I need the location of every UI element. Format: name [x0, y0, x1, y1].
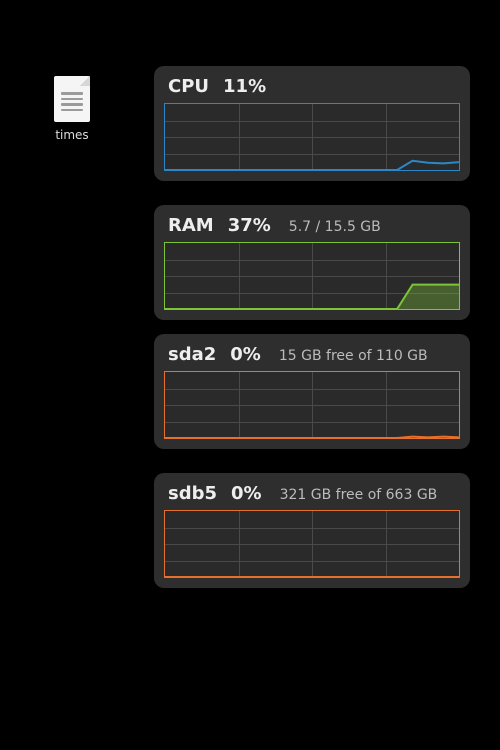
monitor-panels: CPU 11% RAM 37% 5.7 / 15.5 GB sda2 0% 15…	[154, 66, 470, 588]
sda2-percent: 0%	[230, 344, 261, 365]
sdb5-percent: 0%	[231, 483, 262, 504]
ram-graph	[164, 242, 460, 310]
panel-sda2: sda2 0% 15 GB free of 110 GB	[154, 334, 470, 449]
desktop-icon-times[interactable]: times	[44, 76, 100, 142]
cpu-title: CPU	[168, 76, 209, 97]
ram-detail: 5.7 / 15.5 GB	[289, 219, 381, 235]
sda2-graph	[164, 371, 460, 439]
ram-percent: 37%	[228, 215, 271, 236]
panel-ram: RAM 37% 5.7 / 15.5 GB	[154, 205, 470, 320]
panel-sdb5: sdb5 0% 321 GB free of 663 GB	[154, 473, 470, 588]
sdb5-title: sdb5	[168, 483, 217, 504]
file-icon	[54, 76, 90, 122]
sda2-title: sda2	[168, 344, 216, 365]
panel-cpu: CPU 11%	[154, 66, 470, 181]
cpu-graph	[164, 103, 460, 171]
ram-title: RAM	[168, 215, 214, 236]
sda2-detail: 15 GB free of 110 GB	[279, 348, 428, 364]
sdb5-detail: 321 GB free of 663 GB	[280, 487, 438, 503]
cpu-percent: 11%	[223, 76, 266, 97]
desktop-icon-label: times	[44, 128, 100, 142]
sdb5-graph	[164, 510, 460, 578]
